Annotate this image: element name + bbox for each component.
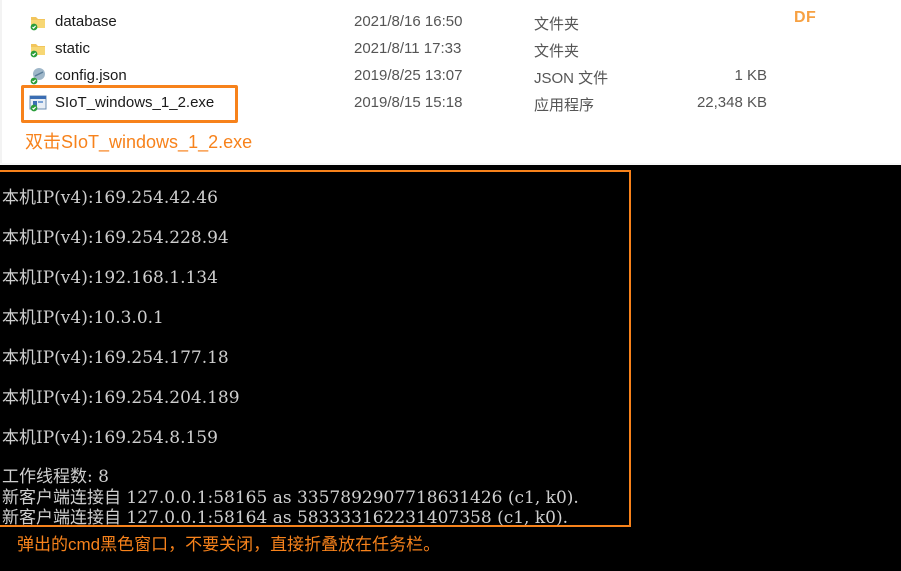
file-row-static[interactable]: static 2021/8/11 17:33 文件夹: [2, 36, 901, 63]
file-size: 22,348 KB: [696, 94, 767, 111]
console-line: 本机IP(v4):169.254.177.18: [2, 348, 229, 368]
console-line: 本机IP(v4):169.254.228.94: [2, 228, 229, 248]
file-size: 1 KB: [734, 67, 767, 84]
file-name: config.json: [55, 67, 127, 84]
df-logo: DF: [794, 9, 817, 26]
pane-divider: [0, 163, 901, 165]
file-type: 文件夹: [534, 43, 580, 60]
console-line: 本机IP(v4):169.254.8.159: [2, 428, 218, 448]
console-line: 本机IP(v4):192.168.1.134: [2, 268, 218, 288]
exe-highlight-box: [21, 85, 238, 123]
keep-cmd-open-annotation: 弹出的cmd黑色窗口，不要关闭，直接折叠放在任务栏。: [17, 535, 441, 554]
console-line: 新客户端连接自 127.0.0.1:58164 as 5833331622314…: [2, 508, 569, 528]
file-explorer-pane: database 2021/8/16 16:50 文件夹 static 2021…: [0, 0, 901, 163]
console-line: 本机IP(v4):169.254.42.46: [2, 188, 218, 208]
file-type: JSON 文件: [534, 70, 609, 87]
file-type: 应用程序: [534, 97, 595, 114]
folder-icon: [29, 13, 47, 31]
double-click-annotation: 双击SIoT_windows_1_2.exe: [25, 132, 253, 152]
file-name: database: [55, 13, 117, 30]
file-date: 2019/8/15 15:18: [354, 94, 463, 111]
file-date: 2019/8/25 13:07: [354, 67, 463, 84]
file-type: 文件夹: [534, 16, 580, 33]
file-date: 2021/8/11 17:33: [354, 40, 462, 57]
file-name: static: [55, 40, 91, 57]
json-file-icon: [29, 67, 47, 85]
folder-icon: [29, 40, 47, 58]
file-row-database[interactable]: database 2021/8/16 16:50 文件夹: [2, 9, 901, 36]
console-line: 本机IP(v4):10.3.0.1: [2, 308, 164, 328]
console-line: 本机IP(v4):169.254.204.189: [2, 388, 240, 408]
file-date: 2021/8/16 16:50: [354, 13, 463, 30]
